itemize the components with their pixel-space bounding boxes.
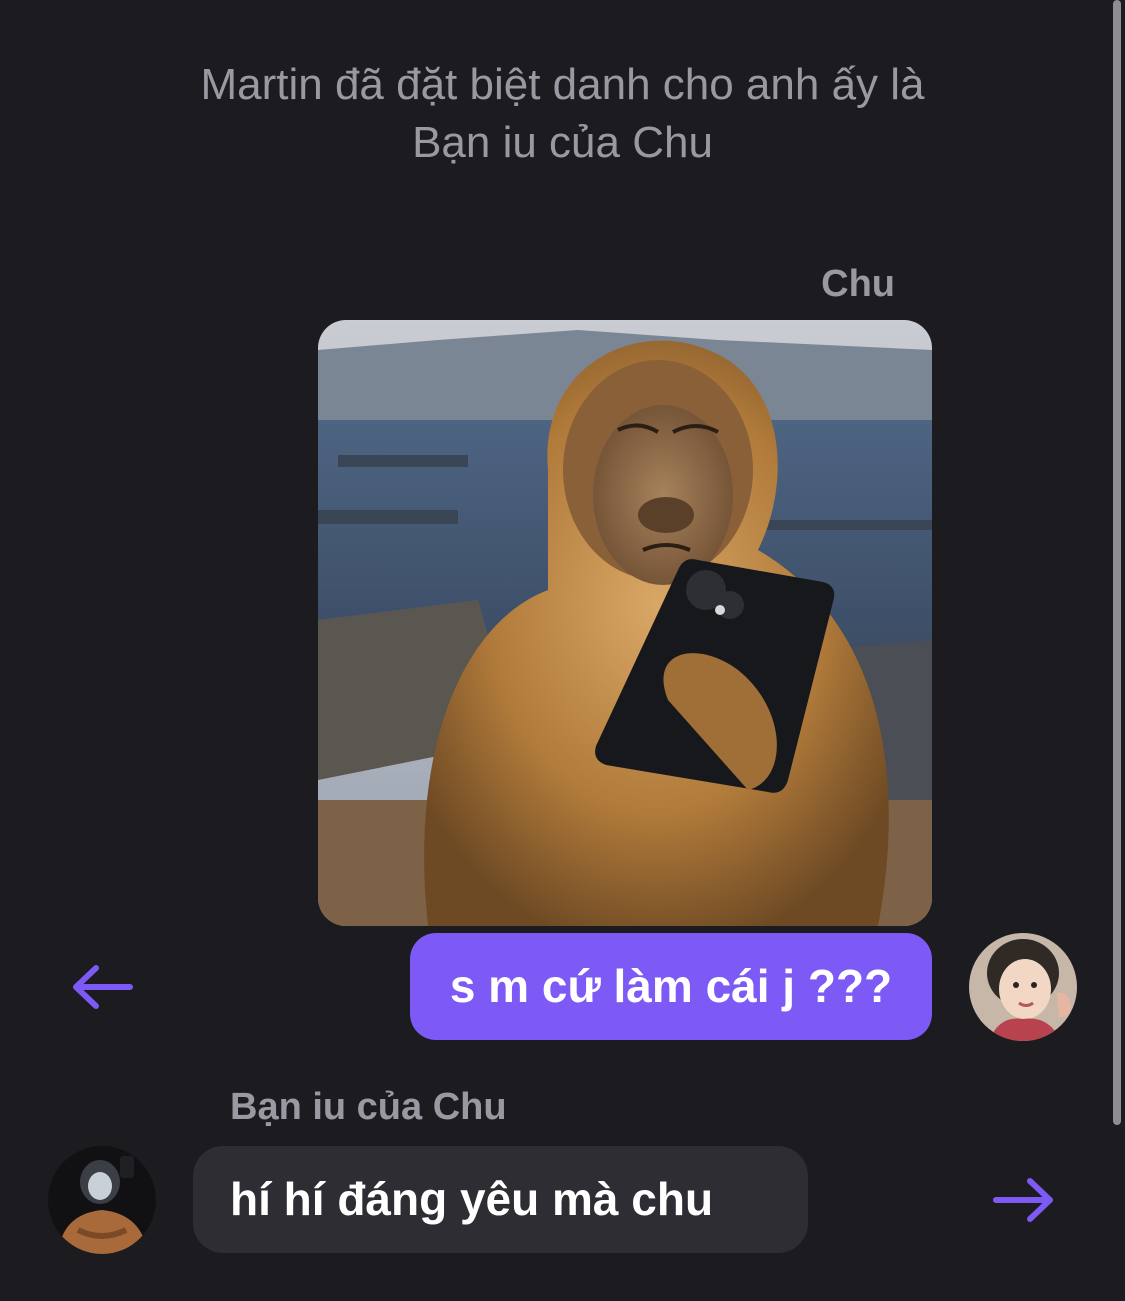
scrollbar[interactable] bbox=[1113, 0, 1121, 1125]
arrow-left-icon[interactable] bbox=[68, 962, 138, 1012]
sender-name-chu: Chu bbox=[821, 263, 895, 305]
incoming-message-bubble[interactable]: hí hí đáng yêu mà chu bbox=[193, 1146, 808, 1253]
avatar-chu[interactable] bbox=[969, 933, 1077, 1041]
avatar-ban-iu-cua-chu[interactable] bbox=[48, 1146, 156, 1254]
notice-line-1: Martin đã đặt biệt danh cho anh ấy là bbox=[200, 60, 925, 109]
chat-screen: Martin đã đặt biệt danh cho anh ấy là Bạ… bbox=[0, 0, 1125, 1301]
monkey-photo bbox=[318, 320, 932, 926]
outgoing-message-bubble[interactable]: s m cứ làm cái j ??? bbox=[410, 933, 932, 1040]
nickname-system-notice: Martin đã đặt biệt danh cho anh ấy là Bạ… bbox=[90, 56, 1035, 172]
arrow-right-icon[interactable] bbox=[988, 1175, 1058, 1225]
image-message[interactable] bbox=[318, 320, 932, 926]
notice-line-2: Bạn iu của Chu bbox=[412, 118, 713, 167]
sender-name-ban-iu: Bạn iu của Chu bbox=[230, 1086, 507, 1128]
